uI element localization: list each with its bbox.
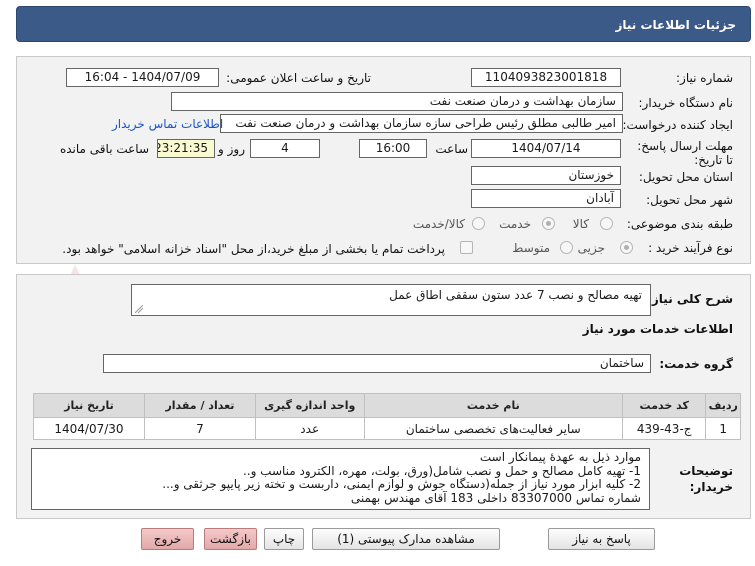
col-service-code: کد خدمت	[621, 393, 707, 418]
back-button[interactable]: بازگشت	[204, 528, 257, 550]
province-field[interactable]: خوزستان	[471, 166, 621, 185]
announce-field[interactable]: 1404/07/09 - 16:04	[66, 68, 219, 87]
city-field[interactable]: آبادان	[471, 189, 621, 208]
col-service-name: نام خدمت	[363, 393, 623, 418]
buyer-notes-line: شماره تماس 83307000 داخلی 183 آقای مهندس…	[350, 490, 641, 505]
category-option-service: خدمت	[499, 217, 531, 231]
process-radio-medium[interactable]	[560, 241, 573, 254]
deadline-time-field[interactable]: 16:00	[359, 139, 427, 158]
table-row[interactable]: 1 ج-43-439 سایر فعالیت‌های تخصصی ساختمان…	[33, 417, 741, 440]
announce-label: تاریخ و ساعت اعلان عمومی:	[226, 71, 371, 85]
category-radio-service[interactable]	[542, 217, 555, 230]
page-title-bar: جزئیات اطلاعات نیاز	[16, 6, 751, 42]
service-group-field[interactable]: ساختمان	[103, 354, 651, 373]
cell-need-date: 1404/07/30	[33, 417, 145, 440]
province-label: استان محل تحویل:	[638, 170, 733, 184]
view-attachments-button[interactable]: مشاهده مدارک پیوستی (1)	[312, 528, 500, 550]
deadline-date-field[interactable]: 1404/07/14	[471, 139, 621, 158]
deadline-label: مهلت ارسال پاسخ: تا تاریخ:	[637, 139, 733, 167]
reply-button[interactable]: پاسخ به نیاز	[548, 528, 655, 550]
cell-quantity: 7	[143, 417, 256, 440]
creator-field[interactable]: امیر طالبی مطلق رئیس طراحی سازه سازمان ب…	[220, 114, 623, 133]
process-option-medium: متوسط	[512, 241, 550, 255]
need-summary-field[interactable]: تهیه مصالح و نصب 7 عدد ستون سقفی اطاق عم…	[131, 284, 651, 316]
need-summary-label: شرح کلی نیاز:	[647, 292, 733, 306]
buyer-notes-label: توضیحات خریدار:	[679, 464, 733, 494]
resize-grip-icon[interactable]	[135, 305, 143, 313]
buyer-notes-line: 2- کلیه ابزار مورد نیاز از جمله(دستگاه ج…	[162, 477, 641, 491]
need-summary-text: تهیه مصالح و نصب 7 عدد ستون سقفی اطاق عم…	[389, 288, 642, 302]
col-need-date: تاریخ نیاز	[33, 393, 145, 418]
services-section-title: اطلاعات خدمات مورد نیاز	[582, 322, 733, 336]
buyer-notes-field[interactable]: موارد ذیل به عهدهٔ پیمانکار است 1- تهیه …	[31, 448, 650, 510]
cell-service-name: سایر فعالیت‌های تخصصی ساختمان	[363, 417, 623, 440]
services-table: ردیف کد خدمت نام خدمت واحد اندازه گیری ت…	[33, 393, 741, 440]
creator-label: ایجاد کننده درخواست:	[622, 118, 733, 132]
buyer-contact-link[interactable]: اطلاعات تماس خریدار	[112, 117, 223, 131]
table-header-row: ردیف کد خدمت نام خدمت واحد اندازه گیری ت…	[33, 393, 741, 418]
exit-button[interactable]: خروج	[141, 528, 194, 550]
category-option-goods: کالا	[572, 217, 589, 231]
process-radio-minor[interactable]	[620, 241, 633, 254]
category-radio-both[interactable]	[472, 217, 485, 230]
buyer-notes-line: 1- تهیه کامل مصالح و حمل و نصب شامل(ورق،…	[242, 463, 641, 478]
buyer-org-label: نام دستگاه خریدار:	[638, 96, 734, 110]
service-group-label: گروه خدمت:	[659, 357, 733, 371]
days-field[interactable]: 4	[250, 139, 320, 158]
need-number-label: شماره نیاز:	[676, 71, 733, 85]
cell-service-code: ج-43-439	[621, 417, 707, 440]
process-option-minor: جزیی	[577, 241, 605, 255]
need-number-field[interactable]: 1104093823001818	[471, 68, 621, 87]
remaining-label: ساعت باقی مانده	[59, 142, 149, 156]
payment-checkbox[interactable]	[460, 241, 473, 254]
col-unit: واحد اندازه گیری	[254, 393, 365, 418]
buyer-notes-line: موارد ذیل به عهدهٔ پیمانکار است	[479, 450, 641, 464]
process-label: نوع فرآیند خرید :	[648, 241, 733, 255]
buyer-org-field[interactable]: سازمان بهداشت و درمان صنعت نفت	[171, 92, 623, 111]
print-button[interactable]: چاپ	[264, 528, 304, 550]
city-label: شهر محل تحویل:	[646, 193, 733, 207]
deadline-time-label: ساعت	[435, 142, 468, 156]
category-label: طبقه بندی موضوعی:	[626, 217, 733, 231]
category-option-both: کالا/خدمت	[412, 217, 465, 231]
payment-note: پرداخت تمام یا بخشی از مبلغ خرید،از محل …	[62, 242, 445, 256]
col-quantity: تعداد / مقدار	[143, 393, 256, 418]
cell-row-number: 1	[705, 417, 741, 440]
category-radio-goods[interactable]	[600, 217, 613, 230]
remaining-time-field[interactable]: 23:21:35	[157, 139, 215, 158]
cell-unit: عدد	[254, 417, 365, 440]
days-label: روز و	[218, 142, 245, 156]
col-row-number: ردیف	[705, 393, 741, 418]
page-title: جزئیات اطلاعات نیاز	[615, 18, 736, 32]
